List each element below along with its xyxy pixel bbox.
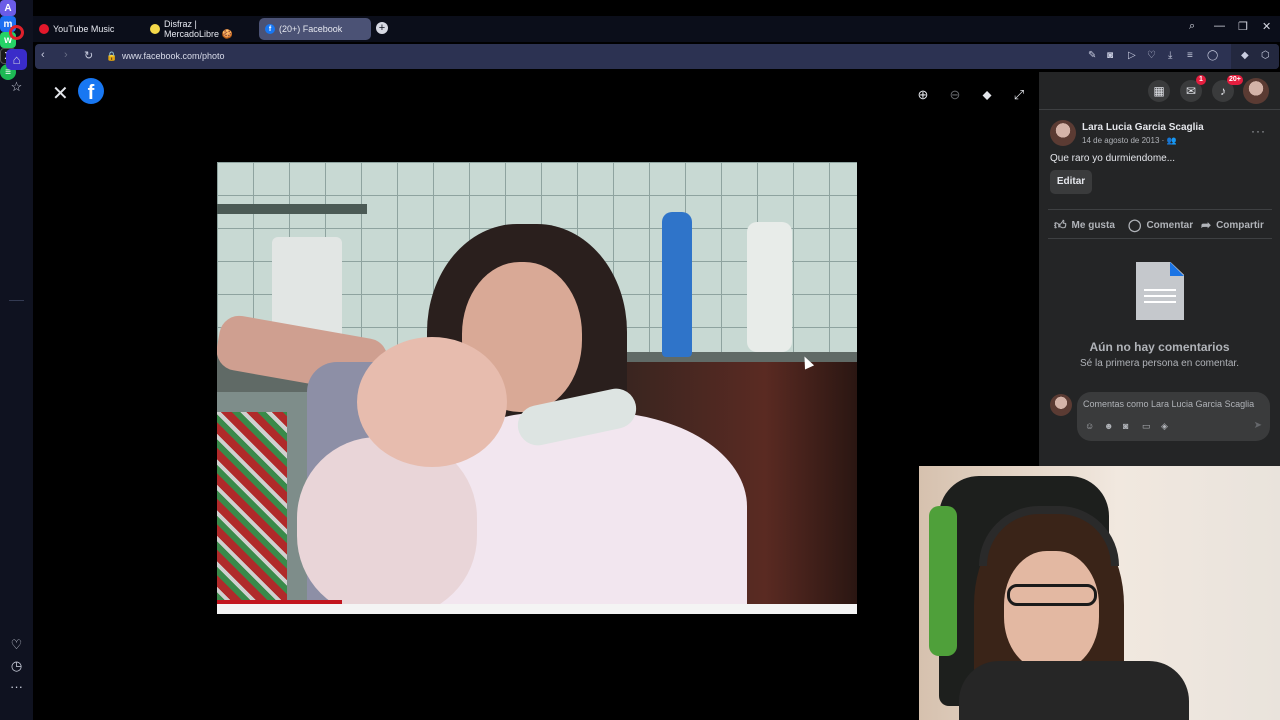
share-label: Compartir [1216, 219, 1264, 231]
webcam-person-shirt [959, 661, 1189, 720]
webcam-overlay [919, 466, 1280, 720]
share-button[interactable]: ➦ Compartir [1201, 218, 1264, 232]
post-date-text[interactable]: 14 de agosto de 2013 · [1082, 136, 1167, 145]
webcam-person-face [1004, 551, 1099, 671]
document-line [1144, 295, 1176, 297]
menu-grid-icon[interactable]: ▦ [1148, 80, 1170, 102]
photo-border [217, 604, 857, 614]
extensions-area: ◆ ⬡ [1231, 44, 1279, 69]
account-avatar[interactable] [1243, 78, 1269, 104]
comment-bubble-icon: ◯ [1128, 218, 1142, 232]
close-window-icon[interactable]: ✕ [1262, 20, 1271, 33]
photo-blue-bottle [662, 212, 692, 357]
messenger-badge: 1 [1196, 75, 1206, 85]
like-button[interactable]: 👍︎ Me gusta [1054, 218, 1115, 233]
new-tab-button[interactable]: + [376, 22, 388, 34]
fullscreen-icon[interactable]: ⤢ [1008, 84, 1030, 106]
sidebar-divider [9, 300, 24, 301]
zoom-in-icon[interactable]: ⊕ [912, 84, 934, 106]
home-icon[interactable]: ⌂ [6, 49, 27, 70]
facebook-tab-icon: f [265, 24, 275, 34]
comment-label: Comentar [1146, 219, 1194, 231]
gif-icon[interactable]: ▭ [1142, 421, 1151, 432]
browser-sidebar: ⌂ ☆ A m w X ≡ ♡ ◷ ··· [0, 0, 33, 720]
friends-icon: 👥 [1166, 136, 1177, 145]
history-icon[interactable]: ◷ [6, 655, 27, 676]
tab-label: (20+) Facebook [279, 24, 343, 34]
comment-placeholder[interactable]: Comentas como Lara Lucia Garcia Scaglia [1083, 399, 1263, 409]
mercadolibre-icon [150, 24, 160, 34]
search-tabs-icon[interactable]: ⌕ [1189, 20, 1195, 33]
extensions-icon[interactable]: ⬡ [1261, 50, 1270, 61]
download-icon[interactable]: ⤓ [1168, 50, 1172, 61]
comment-input[interactable]: Comentas como Lara Lucia Garcia Scaglia … [1077, 392, 1270, 441]
star-icon[interactable]: ☆ [6, 76, 27, 97]
post-side-panel: ▦ ✉ 1 ♪ 20+ Lara Lucia Garcia Scaglia 14… [1039, 72, 1280, 466]
photo-image[interactable] [217, 162, 857, 614]
post-date: 14 de agosto de 2013 · 👥 [1082, 136, 1176, 145]
edit-button[interactable]: Editar [1050, 170, 1092, 194]
vpn-icon[interactable]: ◆ [1241, 50, 1249, 61]
commenter-avatar[interactable] [1050, 394, 1072, 416]
play-icon[interactable]: ▷ [1128, 50, 1136, 61]
comment-button[interactable]: ◯ Comentar [1128, 218, 1193, 232]
tab-youtube-music[interactable]: YouTube Music [33, 18, 143, 40]
like-label: Me gusta [1071, 220, 1115, 231]
bookmark-heart-icon[interactable]: ♡ [1147, 50, 1156, 61]
actions-divider-top [1048, 209, 1272, 210]
address-bar: ‹ › ↻ 🔒 www.facebook.com/photo ✎ ◙ ▷ ♡ ⤓… [35, 44, 1279, 69]
post-options-button[interactable]: ··· [1251, 124, 1266, 138]
tab-label: YouTube Music [53, 24, 115, 34]
facebook-logo-icon[interactable]: f [78, 78, 104, 104]
notifications-badge: 20+ [1227, 75, 1243, 85]
webcam-glasses [1007, 584, 1097, 606]
edit-page-icon[interactable]: ✎ [1088, 50, 1096, 61]
camera-icon[interactable]: ◙ [1107, 50, 1113, 61]
screen: ⌂ ☆ A m w X ≡ ♡ ◷ ··· YouTube Music Disf… [0, 0, 1280, 720]
post-caption: Que raro yo durmiendome... [1050, 153, 1176, 164]
webcam-chair-accent [929, 506, 957, 656]
url-field[interactable]: www.facebook.com/photo [122, 51, 225, 61]
author-avatar[interactable] [1050, 120, 1076, 146]
zoom-out-icon[interactable]: ⊖ [944, 84, 966, 106]
youtube-music-icon [39, 24, 49, 34]
tag-icon[interactable]: ⬥ [976, 84, 998, 106]
photo-shelf [217, 204, 367, 214]
forward-icon[interactable]: › [64, 49, 68, 61]
opera-logo-icon[interactable] [9, 25, 24, 40]
reload-icon[interactable]: ↻ [84, 49, 93, 62]
document-line [1144, 289, 1176, 291]
send-icon[interactable]: ➤ [1254, 420, 1262, 431]
tab-facebook[interactable]: f (20+) Facebook [259, 18, 371, 40]
menu-icon[interactable]: ≡ [1187, 50, 1193, 61]
emoji-icon[interactable]: ☻ [1104, 421, 1113, 431]
avatar-sticker-icon[interactable]: ☺ [1085, 421, 1094, 431]
share-icon: ➦ [1201, 218, 1212, 232]
lock-icon: 🔒 [106, 51, 118, 61]
tab-label: Disfraz | MercadoLibre 🍪 [164, 18, 233, 39]
sticker-icon[interactable]: ◈ [1161, 421, 1168, 432]
tab-mercadolibre[interactable]: Disfraz | MercadoLibre 🍪 [144, 18, 259, 40]
photo-baby-head [357, 337, 507, 467]
camera-icon[interactable]: ◙ [1123, 421, 1128, 431]
close-icon[interactable]: ✕ [52, 81, 69, 106]
back-icon[interactable]: ‹ [41, 49, 45, 61]
document-line [1144, 301, 1176, 303]
profile-icon[interactable]: ◯ [1207, 50, 1218, 61]
heart-icon[interactable]: ♡ [6, 634, 27, 655]
actions-divider-bottom [1048, 238, 1272, 239]
maximize-icon[interactable]: ❐ [1238, 20, 1248, 33]
aria-app-icon[interactable]: A [0, 0, 16, 16]
no-comments-title: Aún no hay comentarios [1089, 340, 1230, 354]
tab-bar: YouTube Music Disfraz | MercadoLibre 🍪 f… [33, 16, 1280, 42]
more-icon[interactable]: ··· [6, 676, 27, 697]
no-comments-subtitle: Sé la primera persona en comentar. [1080, 358, 1239, 369]
post-author[interactable]: Lara Lucia Garcia Scaglia [1082, 122, 1204, 133]
minimize-icon[interactable]: — [1214, 20, 1225, 32]
photo-plaid [217, 412, 287, 612]
photo-thermos [747, 222, 792, 352]
panel-header: ▦ ✉ 1 ♪ 20+ [1039, 72, 1280, 110]
photo-viewer: ✕ f ⊕ ⊖ ⬥ ⤢ [33, 72, 1039, 720]
thumbs-up-icon: 👍︎ [1054, 218, 1067, 232]
